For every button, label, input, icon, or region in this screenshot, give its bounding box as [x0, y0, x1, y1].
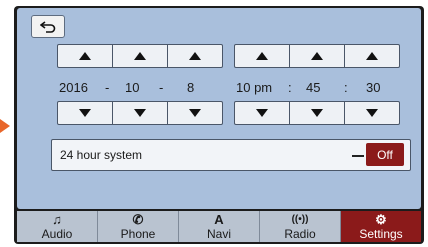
- navigation-icon: A: [214, 211, 224, 227]
- back-arrow-icon: [40, 20, 56, 33]
- arrow-up-icon: [311, 52, 323, 60]
- hour-system-label: 24 hour system: [60, 148, 143, 162]
- hour-value: 10 pm: [236, 80, 273, 95]
- hour-system-setting[interactable]: 24 hour system Off: [51, 139, 411, 171]
- nav-settings[interactable]: ⚙ Settings: [341, 211, 421, 242]
- callout-arrow: [0, 119, 10, 133]
- date-separator: -: [159, 80, 164, 95]
- date-values: 2016 - 10 - 8: [57, 80, 222, 98]
- month-value: 10: [125, 80, 140, 95]
- arrow-up-icon: [134, 52, 146, 60]
- date-separator: -: [105, 80, 110, 95]
- time-down-arrows: [234, 101, 400, 125]
- hour-system-toggle[interactable]: Off: [366, 143, 404, 166]
- nav-navi[interactable]: A Navi: [179, 211, 260, 242]
- date-down-arrows: [57, 101, 223, 125]
- year-up-button[interactable]: [58, 45, 113, 67]
- radio-signal-icon: ((•)): [291, 213, 309, 225]
- arrow-up-icon: [189, 52, 201, 60]
- hour-up-button[interactable]: [235, 45, 290, 67]
- display-screen: 2016 - 10 - 8 10 pm : 45 : 30 24 hour sy…: [14, 6, 424, 244]
- minute-up-button[interactable]: [290, 45, 345, 67]
- bottom-nav: ♫ Audio ✆ Phone A Navi ((•)) Radio ⚙ Set…: [17, 211, 421, 242]
- nav-radio[interactable]: ((•)) Radio: [260, 211, 341, 242]
- year-value: 2016: [59, 80, 88, 95]
- minute-value: 45: [306, 80, 321, 95]
- day-up-button[interactable]: [168, 45, 222, 67]
- nav-audio[interactable]: ♫ Audio: [17, 211, 98, 242]
- second-up-button[interactable]: [345, 45, 399, 67]
- nav-label: Audio: [41, 226, 73, 241]
- nav-phone[interactable]: ✆ Phone: [98, 211, 179, 242]
- arrow-down-icon: [134, 109, 146, 117]
- second-down-button[interactable]: [345, 102, 399, 124]
- nav-label: Phone: [120, 226, 156, 241]
- music-note-icon: ♫: [52, 211, 62, 227]
- day-down-button[interactable]: [168, 102, 222, 124]
- arrow-down-icon: [256, 109, 268, 117]
- arrow-down-icon: [366, 109, 378, 117]
- arrow-up-icon: [366, 52, 378, 60]
- month-down-button[interactable]: [113, 102, 168, 124]
- arrow-up-icon: [79, 52, 91, 60]
- arrow-down-icon: [79, 109, 91, 117]
- time-separator: :: [344, 80, 348, 95]
- back-button[interactable]: [31, 15, 65, 38]
- nav-label: Radio: [284, 226, 316, 241]
- toggle-track-line: [352, 155, 364, 157]
- arrow-down-icon: [311, 109, 323, 117]
- date-up-arrows: [57, 44, 223, 68]
- arrow-down-icon: [189, 109, 201, 117]
- minute-down-button[interactable]: [290, 102, 345, 124]
- time-up-arrows: [234, 44, 400, 68]
- time-values: 10 pm : 45 : 30: [234, 80, 399, 98]
- phone-icon: ✆: [132, 211, 144, 227]
- hour-down-button[interactable]: [235, 102, 290, 124]
- day-value: 8: [187, 80, 195, 95]
- month-up-button[interactable]: [113, 45, 168, 67]
- nav-label: Settings: [359, 226, 403, 241]
- gears-icon: ⚙: [375, 211, 387, 227]
- time-separator: :: [288, 80, 292, 95]
- year-down-button[interactable]: [58, 102, 113, 124]
- date-time-panel: 2016 - 10 - 8 10 pm : 45 : 30 24 hour sy…: [17, 8, 421, 209]
- arrow-up-icon: [256, 52, 268, 60]
- nav-label: Navi: [206, 226, 231, 241]
- second-value: 30: [366, 80, 381, 95]
